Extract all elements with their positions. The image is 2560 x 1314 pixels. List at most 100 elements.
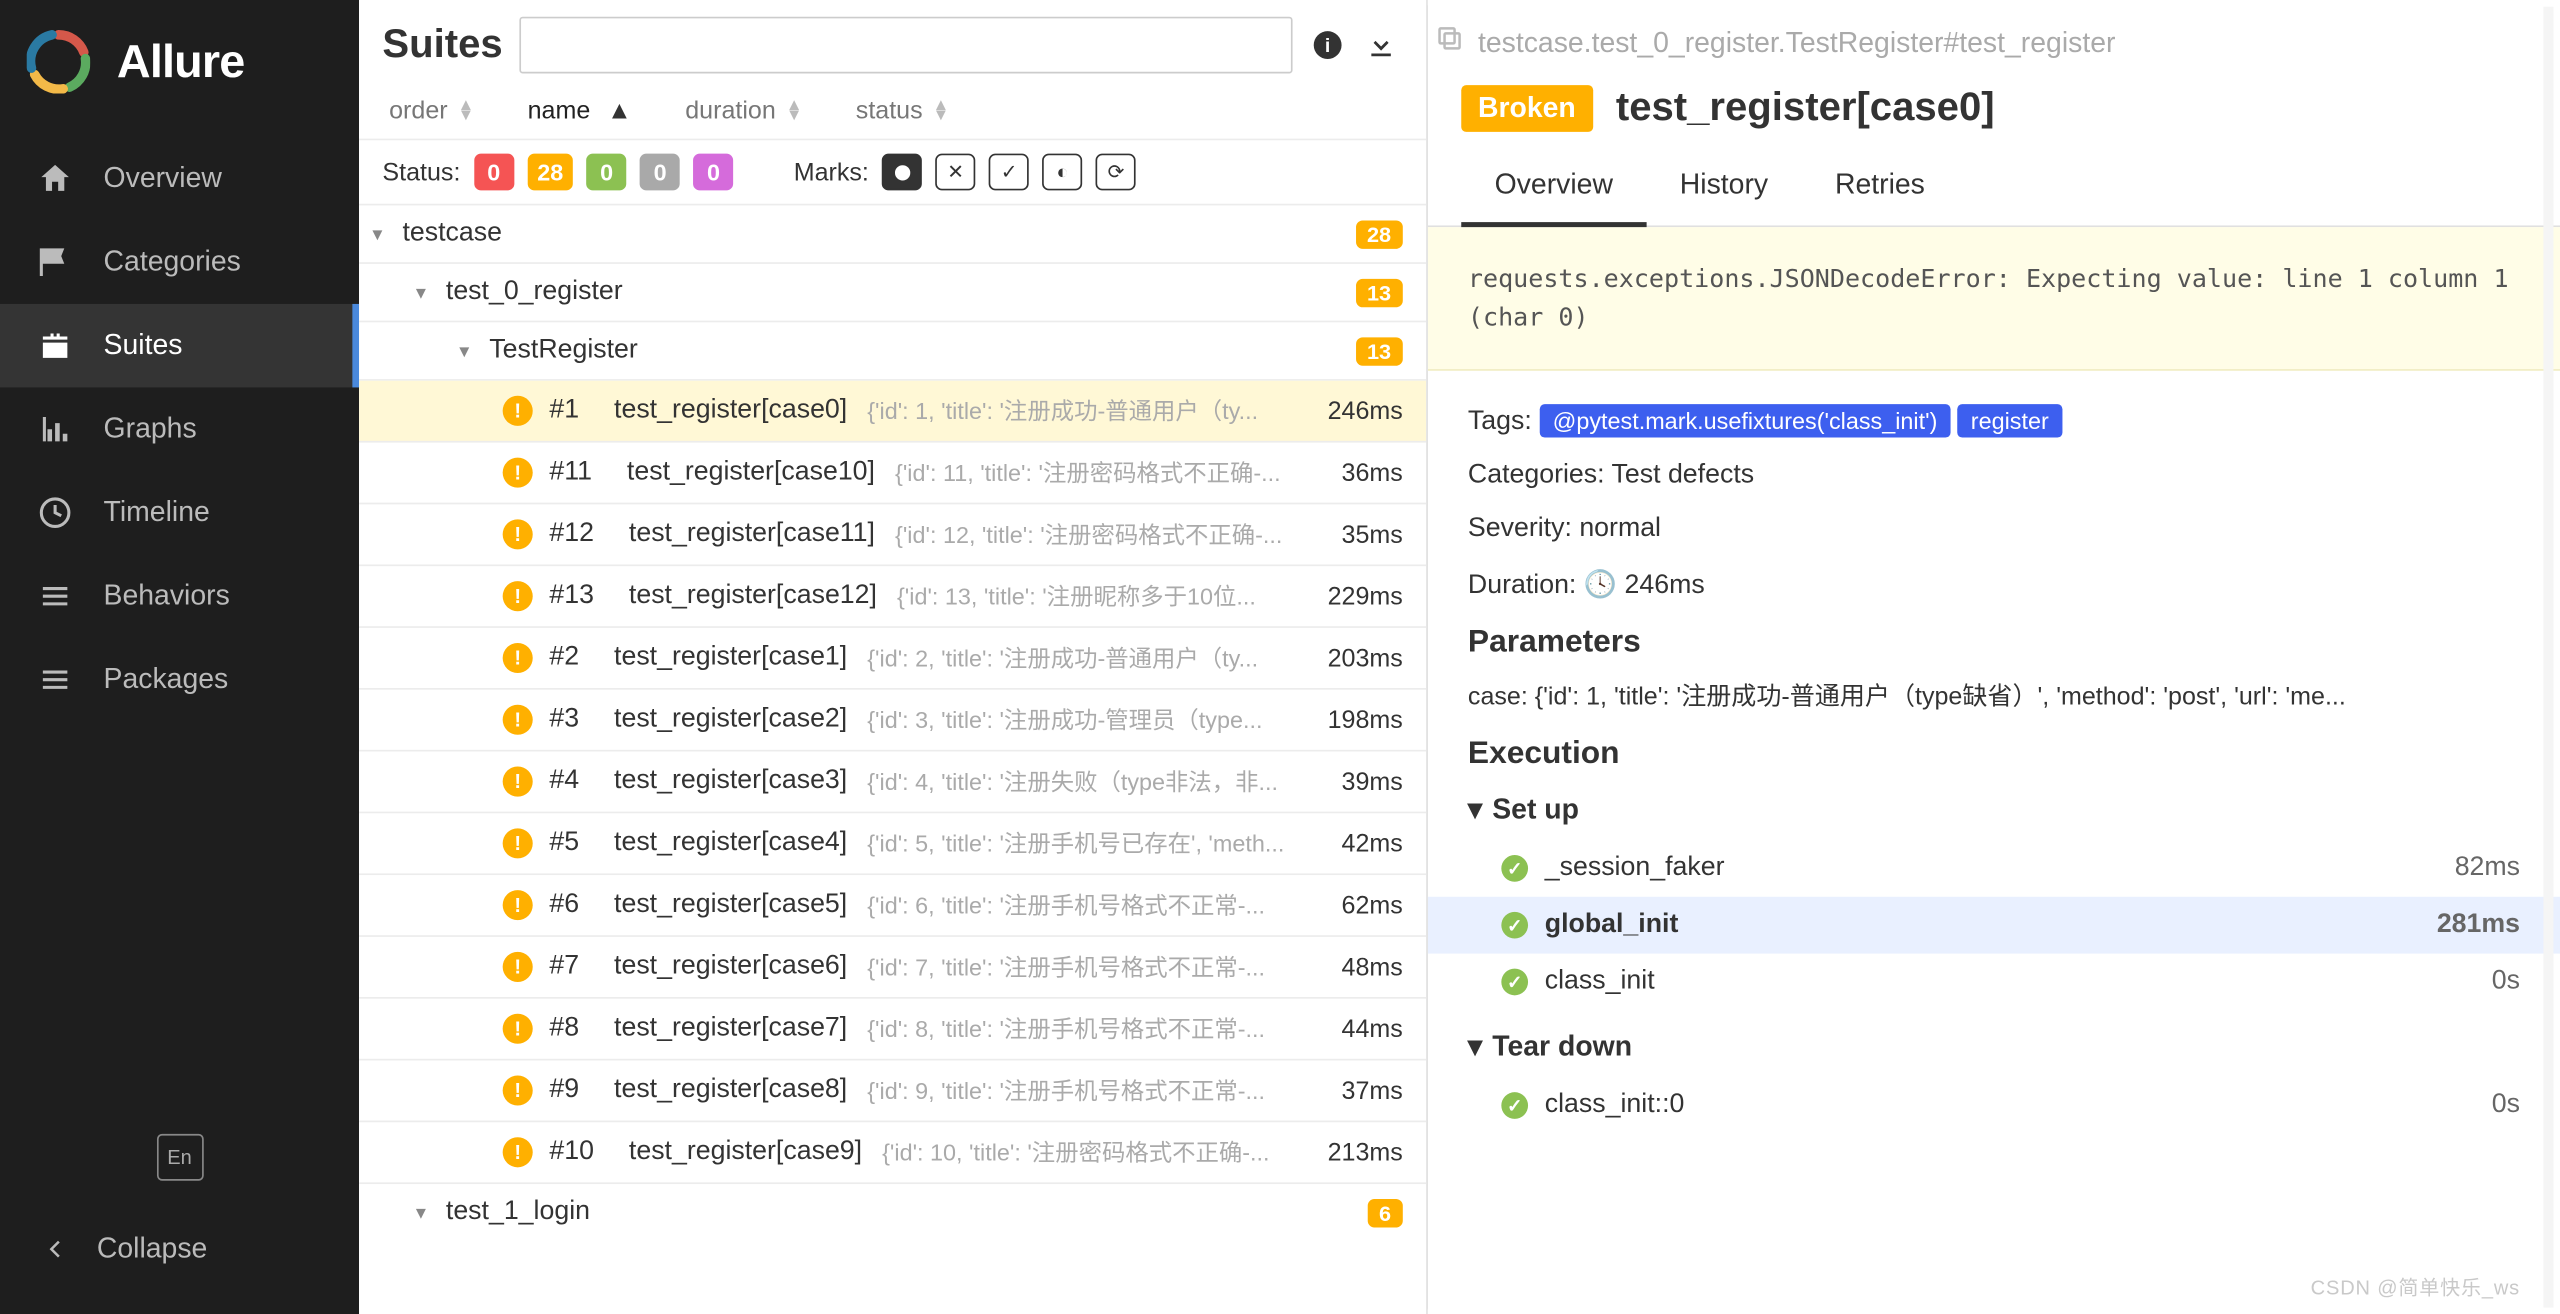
sidebar-bottom: En Collapse: [0, 1111, 359, 1314]
tab-retries[interactable]: Retries: [1802, 152, 1959, 225]
nav-list: Overview Categories Suites Graphs Timeli…: [0, 137, 359, 1111]
language-button[interactable]: En: [156, 1134, 203, 1181]
execution-step[interactable]: ✓global_init281ms: [1428, 897, 2560, 954]
briefcase-icon: [37, 327, 74, 364]
chevron-down-icon: ▾: [1468, 1030, 1482, 1063]
copy-icon[interactable]: [1435, 23, 1465, 61]
execution-step[interactable]: ✓class_init0s: [1468, 954, 2520, 1011]
nav-item-behaviors[interactable]: Behaviors: [0, 554, 359, 638]
status-unknown-count[interactable]: 0: [694, 154, 734, 191]
execution-step[interactable]: ✓_session_faker82ms: [1468, 840, 2520, 897]
check-icon: ✓: [1501, 1092, 1528, 1119]
parameter-line: case: {'id': 1, 'title': '注册成功-普通用户（type…: [1468, 678, 2520, 713]
tab-history[interactable]: History: [1646, 152, 1801, 225]
status-passed-count[interactable]: 0: [587, 154, 627, 191]
tree-suite[interactable]: ▾ test_0_register 13: [359, 264, 1426, 322]
nav-item-overview[interactable]: Overview: [0, 137, 359, 220]
nav-label: Categories: [104, 245, 241, 278]
parameters-header: Parameters: [1468, 625, 2520, 662]
collapse-label: Collapse: [97, 1232, 207, 1265]
tag[interactable]: register: [1957, 404, 2062, 437]
broken-status-icon: !: [503, 890, 533, 920]
sort-order[interactable]: order▲▼: [389, 97, 474, 125]
test-row[interactable]: ! #1 test_register[case0]{'id': 1, 'titl…: [359, 381, 1426, 443]
chevron-left-icon: [37, 1231, 74, 1268]
test-row[interactable]: ! #4 test_register[case3]{'id': 4, 'titl…: [359, 752, 1426, 814]
test-row[interactable]: ! #9 test_register[case8]{'id': 9, 'titl…: [359, 1060, 1426, 1122]
mark-flaky[interactable]: [882, 154, 922, 191]
test-row[interactable]: ! #5 test_register[case4]{'id': 5, 'titl…: [359, 813, 1426, 875]
brand-name: Allure: [117, 35, 245, 88]
title-row: Broken test_register[case0]: [1428, 78, 2560, 151]
allure-logo-icon: [27, 30, 90, 93]
test-row[interactable]: ! #13 test_register[case12]{'id': 13, 't…: [359, 566, 1426, 628]
nav-label: Behaviors: [104, 579, 230, 612]
test-row[interactable]: ! #7 test_register[case6]{'id': 7, 'titl…: [359, 937, 1426, 999]
broken-status-icon: !: [503, 519, 533, 549]
test-title: test_register[case0]: [1616, 85, 1995, 132]
tag[interactable]: @pytest.mark.usefixtures('class_init'): [1539, 404, 1950, 437]
test-row[interactable]: ! #10 test_register[case9]{'id': 10, 'ti…: [359, 1122, 1426, 1184]
test-row[interactable]: ! #12 test_register[case11]{'id': 12, 't…: [359, 504, 1426, 566]
test-row[interactable]: ! #8 test_register[case7]{'id': 8, 'titl…: [359, 999, 1426, 1061]
teardown-header[interactable]: ▾Tear down: [1468, 1030, 2520, 1063]
status-skipped-count[interactable]: 0: [640, 154, 680, 191]
tab-overview[interactable]: Overview: [1461, 152, 1646, 227]
broken-status-icon: !: [503, 643, 533, 673]
broken-status-icon: !: [503, 828, 533, 858]
home-icon: [37, 160, 74, 197]
sort-status[interactable]: status▲▼: [856, 97, 949, 125]
nav-label: Timeline: [104, 496, 210, 529]
nav-label: Overview: [104, 162, 222, 195]
mark-retried[interactable]: ⟳: [1096, 154, 1136, 191]
mark-passed[interactable]: ✓: [989, 154, 1029, 191]
tabs: Overview History Retries: [1428, 152, 2560, 227]
nav-item-graphs[interactable]: Graphs: [0, 387, 359, 471]
sort-name[interactable]: name▲: [528, 97, 632, 125]
chevron-down-icon: ▾: [459, 339, 482, 362]
chevron-down-icon: ▾: [416, 281, 439, 304]
error-message: requests.exceptions.JSONDecodeError: Exp…: [1428, 227, 2560, 371]
broken-status-icon: !: [503, 1137, 533, 1167]
broken-status-icon: !: [503, 1075, 533, 1105]
mark-muted[interactable]: ◐: [1043, 154, 1083, 191]
check-icon: ✓: [1501, 969, 1528, 996]
status-badge: Broken: [1461, 85, 1592, 132]
detail-panel: testcase.test_0_register.TestRegister#te…: [1428, 0, 2560, 1314]
sort-duration[interactable]: duration▲▼: [685, 97, 802, 125]
test-row[interactable]: ! #2 test_register[case1]{'id': 2, 'titl…: [359, 628, 1426, 690]
tree-root[interactable]: ▾ testcase 28: [359, 205, 1426, 263]
info-icon[interactable]: i: [1309, 27, 1346, 64]
execution-step[interactable]: ✓class_init::00s: [1468, 1077, 2520, 1134]
list-icon: [37, 578, 74, 615]
duration-row: Duration: 🕓 246ms: [1468, 568, 2520, 601]
nav-label: Packages: [104, 663, 229, 696]
test-row[interactable]: ! #6 test_register[case5]{'id': 6, 'titl…: [359, 875, 1426, 937]
severity-row: Severity: normal: [1468, 514, 2520, 544]
layers-icon: [37, 661, 74, 698]
mark-new-failed[interactable]: ✕: [936, 154, 976, 191]
collapse-button[interactable]: Collapse: [0, 1217, 359, 1280]
tree-suite-login[interactable]: ▾ test_1_login 6: [359, 1184, 1426, 1241]
nav-item-timeline[interactable]: Timeline: [0, 471, 359, 555]
status-failed-count[interactable]: 0: [474, 154, 514, 191]
categories-row: Categories: Test defects: [1468, 461, 2520, 491]
status-broken-count[interactable]: 28: [527, 154, 573, 191]
suites-header: Suites i: [359, 0, 1426, 90]
tree-class[interactable]: ▾ TestRegister 13: [359, 322, 1426, 380]
nav-item-categories[interactable]: Categories: [0, 220, 359, 304]
chevron-down-icon: ▾: [1468, 793, 1482, 826]
search-input[interactable]: [519, 17, 1292, 74]
setup-header[interactable]: ▾Set up: [1468, 793, 2520, 826]
test-row[interactable]: ! #3 test_register[case2]{'id': 3, 'titl…: [359, 690, 1426, 752]
marks-label: Marks:: [794, 158, 869, 186]
download-icon[interactable]: [1363, 27, 1400, 64]
nav-item-suites[interactable]: Suites: [0, 304, 359, 388]
broken-status-icon: !: [503, 458, 533, 488]
suites-panel: Suites i order▲▼ name▲ duration▲▼ status…: [359, 0, 1428, 1314]
clock-icon: [37, 494, 74, 531]
scrollbar[interactable]: [2543, 7, 2553, 1308]
nav-item-packages[interactable]: Packages: [0, 638, 359, 722]
broken-status-icon: !: [503, 952, 533, 982]
test-row[interactable]: ! #11 test_register[case10]{'id': 11, 't…: [359, 443, 1426, 505]
